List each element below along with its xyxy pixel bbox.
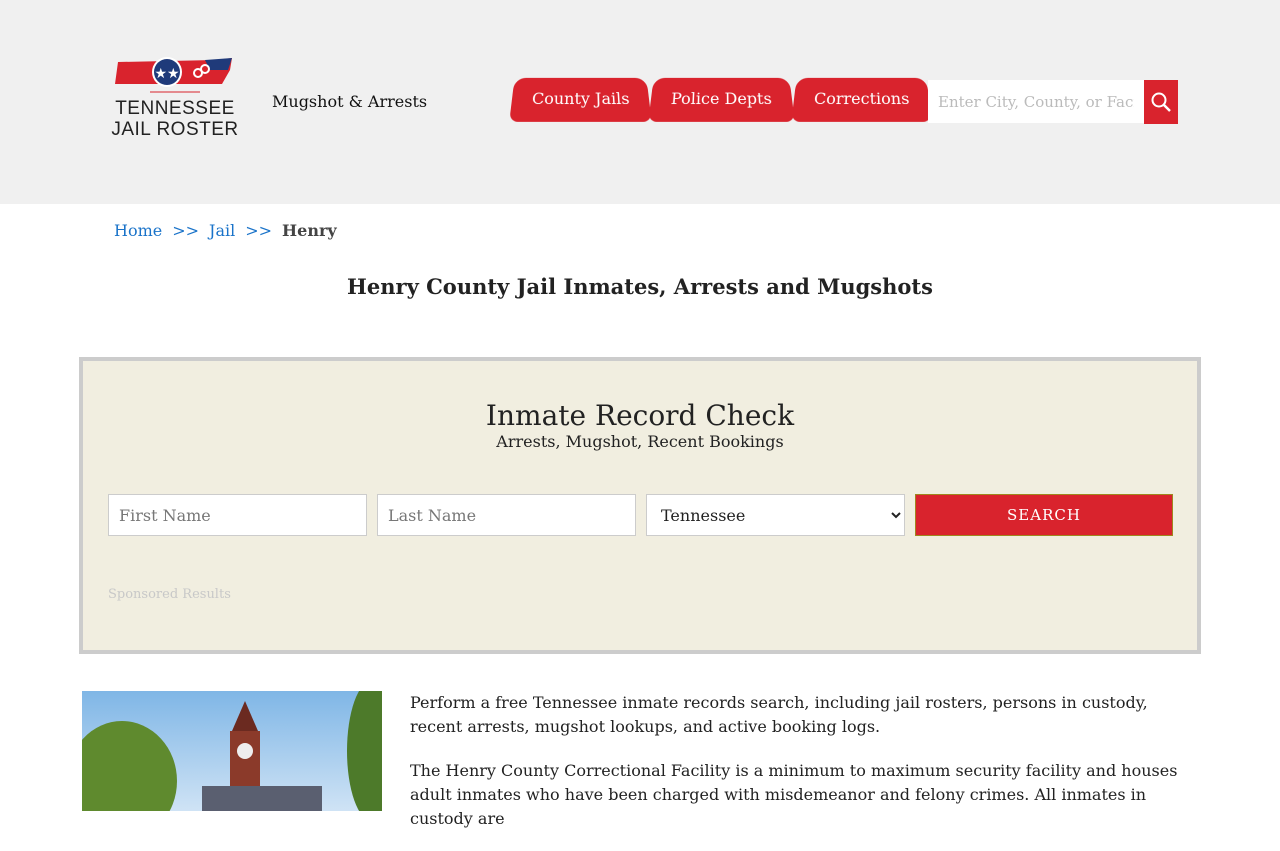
- breadcrumb-current: Henry: [282, 221, 337, 240]
- record-check-subtitle: Arrests, Mugshot, Recent Bookings: [496, 432, 784, 451]
- logo-line-1: TENNESSEE: [115, 98, 235, 119]
- logo-line-2: JAIL ROSTER: [111, 119, 239, 140]
- courthouse-photo: [82, 691, 382, 811]
- facility-paragraph: The Henry County Correctional Facility i…: [410, 761, 1178, 828]
- tagline: Mugshot & Arrests: [272, 92, 428, 111]
- breadcrumb-jail[interactable]: Jail: [209, 221, 235, 240]
- sponsored-results-label: Sponsored Results: [108, 587, 231, 602]
- breadcrumb-separator: >>: [172, 221, 200, 240]
- nav-county-jails[interactable]: County Jails: [509, 77, 653, 122]
- record-check-title: Inmate Record Check: [485, 399, 795, 432]
- content-text: Perform a free Tennessee inmate records …: [410, 691, 1190, 851]
- inmate-search-form: Tennessee SEARCH: [108, 494, 1173, 536]
- first-name-input[interactable]: [108, 494, 367, 536]
- main-nav: County Jails Police Depts Corrections: [509, 77, 933, 122]
- breadcrumb-separator: >>: [245, 221, 273, 240]
- search-icon: [1151, 92, 1171, 112]
- courthouse-image-icon: [82, 691, 382, 811]
- inmate-search-button[interactable]: SEARCH: [915, 494, 1173, 536]
- nav-police-depts[interactable]: Police Depts: [648, 77, 795, 122]
- site-logo[interactable]: ★★ TENNESSEE JAIL ROSTER: [110, 56, 240, 146]
- intro-paragraph: Perform a free Tennessee inmate records …: [410, 693, 1148, 736]
- state-select[interactable]: Tennessee: [646, 494, 905, 536]
- inmate-record-check: Inmate Record Check Arrests, Mugshot, Re…: [79, 357, 1201, 654]
- breadcrumb: Home >> Jail >> Henry: [114, 221, 337, 240]
- nav-corrections[interactable]: Corrections: [791, 77, 933, 122]
- breadcrumb-home[interactable]: Home: [114, 221, 162, 240]
- site-header: ★★ TENNESSEE JAIL ROSTER Mugshot & Arrest…: [0, 0, 1280, 204]
- last-name-input[interactable]: [377, 494, 636, 536]
- svg-text:★★: ★★: [154, 66, 179, 82]
- site-search-button[interactable]: [1144, 80, 1178, 124]
- site-search-input[interactable]: [928, 80, 1144, 123]
- site-search: [928, 80, 1178, 124]
- tennessee-flag-logo-icon: ★★: [115, 57, 232, 93]
- page-title: Henry County Jail Inmates, Arrests and M…: [347, 274, 933, 299]
